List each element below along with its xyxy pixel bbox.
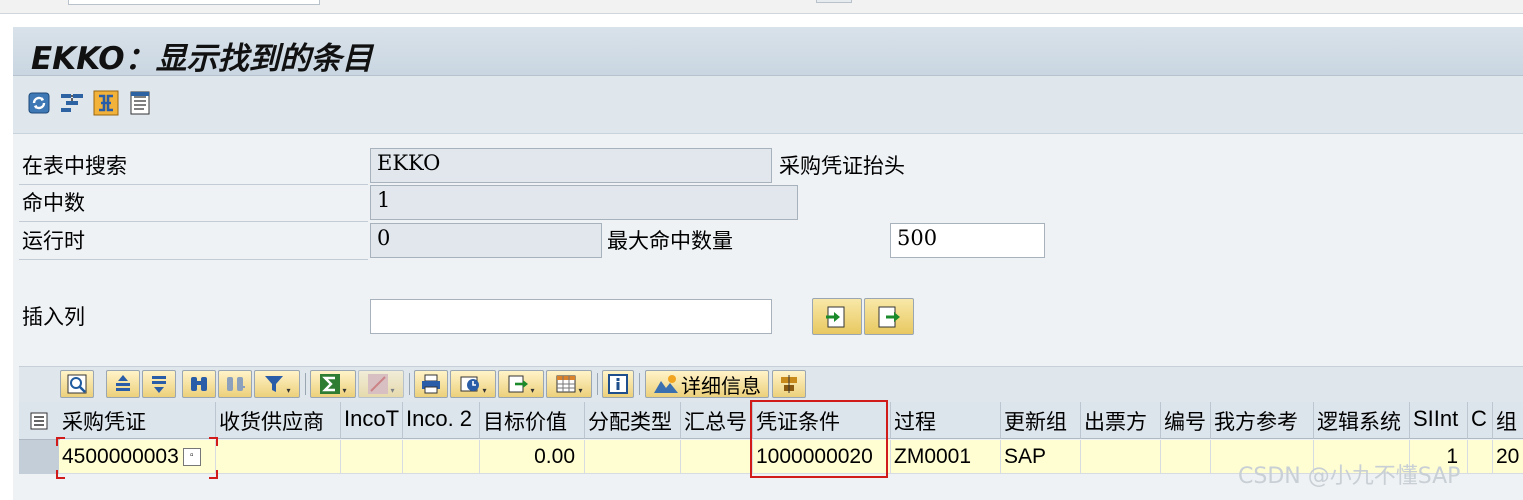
column-header[interactable]: 出票方 <box>1081 402 1161 439</box>
column-header[interactable]: IncoT <box>341 402 403 439</box>
toolbar-separator <box>597 373 598 395</box>
table-cell[interactable] <box>216 440 341 474</box>
insert-column-input[interactable] <box>370 299 772 334</box>
max-hits-label: 最大命中数量 <box>607 229 733 253</box>
remove-column-icon <box>878 306 900 327</box>
detail-label: 详细信息 <box>681 373 761 398</box>
column-header[interactable]: SIInt <box>1410 402 1468 439</box>
settings-icon[interactable] <box>59 90 85 116</box>
divider <box>19 184 368 185</box>
abc-analysis-icon[interactable] <box>772 370 806 398</box>
table-cell[interactable]: ZM0001 <box>891 440 1001 474</box>
purchase-doc-value: 4500000003 <box>62 445 179 468</box>
divider <box>19 221 368 222</box>
column-header[interactable]: 编号 <box>1161 402 1211 439</box>
views-icon[interactable]: ▾ <box>450 370 496 398</box>
table-cell[interactable] <box>403 440 480 474</box>
sort-descending-icon[interactable] <box>142 370 176 398</box>
dropdown-arrow-icon: ▾ <box>530 386 535 395</box>
column-header[interactable]: 凭证条件 <box>753 402 891 439</box>
row-selector[interactable] <box>19 440 60 474</box>
insert-column-label: 插入列 <box>22 305 85 329</box>
hits-label: 命中数 <box>22 191 85 215</box>
focus-corner <box>56 470 65 479</box>
dropdown-arrow-icon: ▾ <box>342 386 347 395</box>
watermark: CSDN @小九不懂SAP <box>1238 464 1461 489</box>
dropdown-arrow-icon: ▾ <box>578 386 583 395</box>
layout-icon[interactable]: ▾ <box>546 370 592 398</box>
hits-field: 1 <box>370 185 798 220</box>
page-title: EKKO：显示找到的条目 <box>31 41 373 77</box>
column-header[interactable]: 更新组 <box>1001 402 1081 439</box>
sum-icon[interactable]: ▾ <box>310 370 356 398</box>
column-header[interactable]: 汇总号 <box>681 402 753 439</box>
application-toolbar <box>13 76 1523 134</box>
column-header[interactable]: 我方参考 <box>1211 402 1314 439</box>
column-header[interactable]: 收货供应商 <box>216 402 341 439</box>
column-header[interactable]: 过程 <box>891 402 1001 439</box>
filter-icon[interactable]: ▾ <box>254 370 300 398</box>
find-next-icon[interactable] <box>218 370 252 398</box>
title-bar: EKKO：显示找到的条目 <box>13 27 1523 77</box>
column-header[interactable]: 采购凭证 <box>59 402 216 439</box>
column-header[interactable]: 逻辑系统 <box>1314 402 1410 439</box>
table-field: EKKO <box>370 148 772 183</box>
insert-column-icon <box>826 306 845 327</box>
table-label: 在表中搜索 <box>22 154 127 178</box>
dropdown-arrow-icon: ▾ <box>482 386 487 395</box>
screen-area: EKKO：显示找到的条目 在表中搜索 EKKO 采购凭证抬头 命中数 1 运行时… <box>13 27 1523 500</box>
subtotal-icon[interactable]: ▾ <box>358 370 404 398</box>
table-description: 采购凭证抬头 <box>779 154 905 178</box>
refresh-icon[interactable] <box>26 90 52 116</box>
check-table-icon[interactable] <box>93 90 119 116</box>
column-header[interactable]: 组 <box>1493 402 1523 439</box>
divider <box>19 259 368 260</box>
command-button[interactable] <box>816 0 852 3</box>
value-help-icon[interactable]: ▫ <box>182 448 201 467</box>
table-cell[interactable] <box>681 440 753 474</box>
find-icon[interactable] <box>182 370 216 398</box>
column-header[interactable]: Inco. 2 <box>403 402 480 439</box>
table-cell[interactable] <box>341 440 403 474</box>
column-header[interactable]: 目标价值 <box>480 402 585 439</box>
table-cell[interactable]: 4500000003 ▫ <box>59 440 216 474</box>
selection-form: 在表中搜索 EKKO 采购凭证抬头 命中数 1 运行时 0 最大命中数量 500… <box>13 134 1523 500</box>
graphic-icon <box>654 375 678 393</box>
focus-corner <box>209 470 218 479</box>
table-cell[interactable] <box>1468 440 1493 474</box>
table-cell[interactable]: 0.00 <box>480 440 585 474</box>
dropdown-arrow-icon: ▾ <box>390 386 395 395</box>
print-icon[interactable] <box>414 370 448 398</box>
dropdown-arrow-icon: ▾ <box>286 386 291 395</box>
insert-column-button[interactable] <box>812 298 862 335</box>
remove-column-button[interactable] <box>864 298 914 335</box>
alv-toolbar: ▾ ▾ ▾ ▾ ▾ ▾ 详细信息 <box>19 366 1523 402</box>
runtime-field: 0 <box>370 223 602 258</box>
graphic-button[interactable]: 详细信息 <box>645 370 769 398</box>
focus-corner <box>56 437 65 446</box>
runtime-label: 运行时 <box>22 229 85 253</box>
top-strip <box>0 0 1523 14</box>
info-icon[interactable] <box>602 370 634 398</box>
details-icon[interactable] <box>60 370 94 398</box>
focus-corner <box>209 437 218 446</box>
toolbar-separator <box>409 373 410 395</box>
table-cell[interactable] <box>1161 440 1211 474</box>
export-icon[interactable]: ▾ <box>498 370 544 398</box>
select-all-icon[interactable] <box>19 402 60 440</box>
command-field[interactable] <box>68 0 320 5</box>
toolbar-separator <box>639 373 640 395</box>
table-cell[interactable] <box>585 440 681 474</box>
column-header[interactable]: C <box>1468 402 1493 439</box>
table-cell[interactable]: SAP <box>1001 440 1081 474</box>
table-cell[interactable] <box>1081 440 1161 474</box>
table-cell[interactable]: 20 <box>1493 440 1523 474</box>
toolbar-separator <box>305 373 306 395</box>
column-header[interactable]: 分配类型 <box>585 402 681 439</box>
max-hits-input[interactable]: 500 <box>890 223 1045 258</box>
list-icon[interactable] <box>127 90 153 116</box>
table-cell[interactable]: 1000000020 <box>753 440 891 474</box>
sort-ascending-icon[interactable] <box>106 370 140 398</box>
